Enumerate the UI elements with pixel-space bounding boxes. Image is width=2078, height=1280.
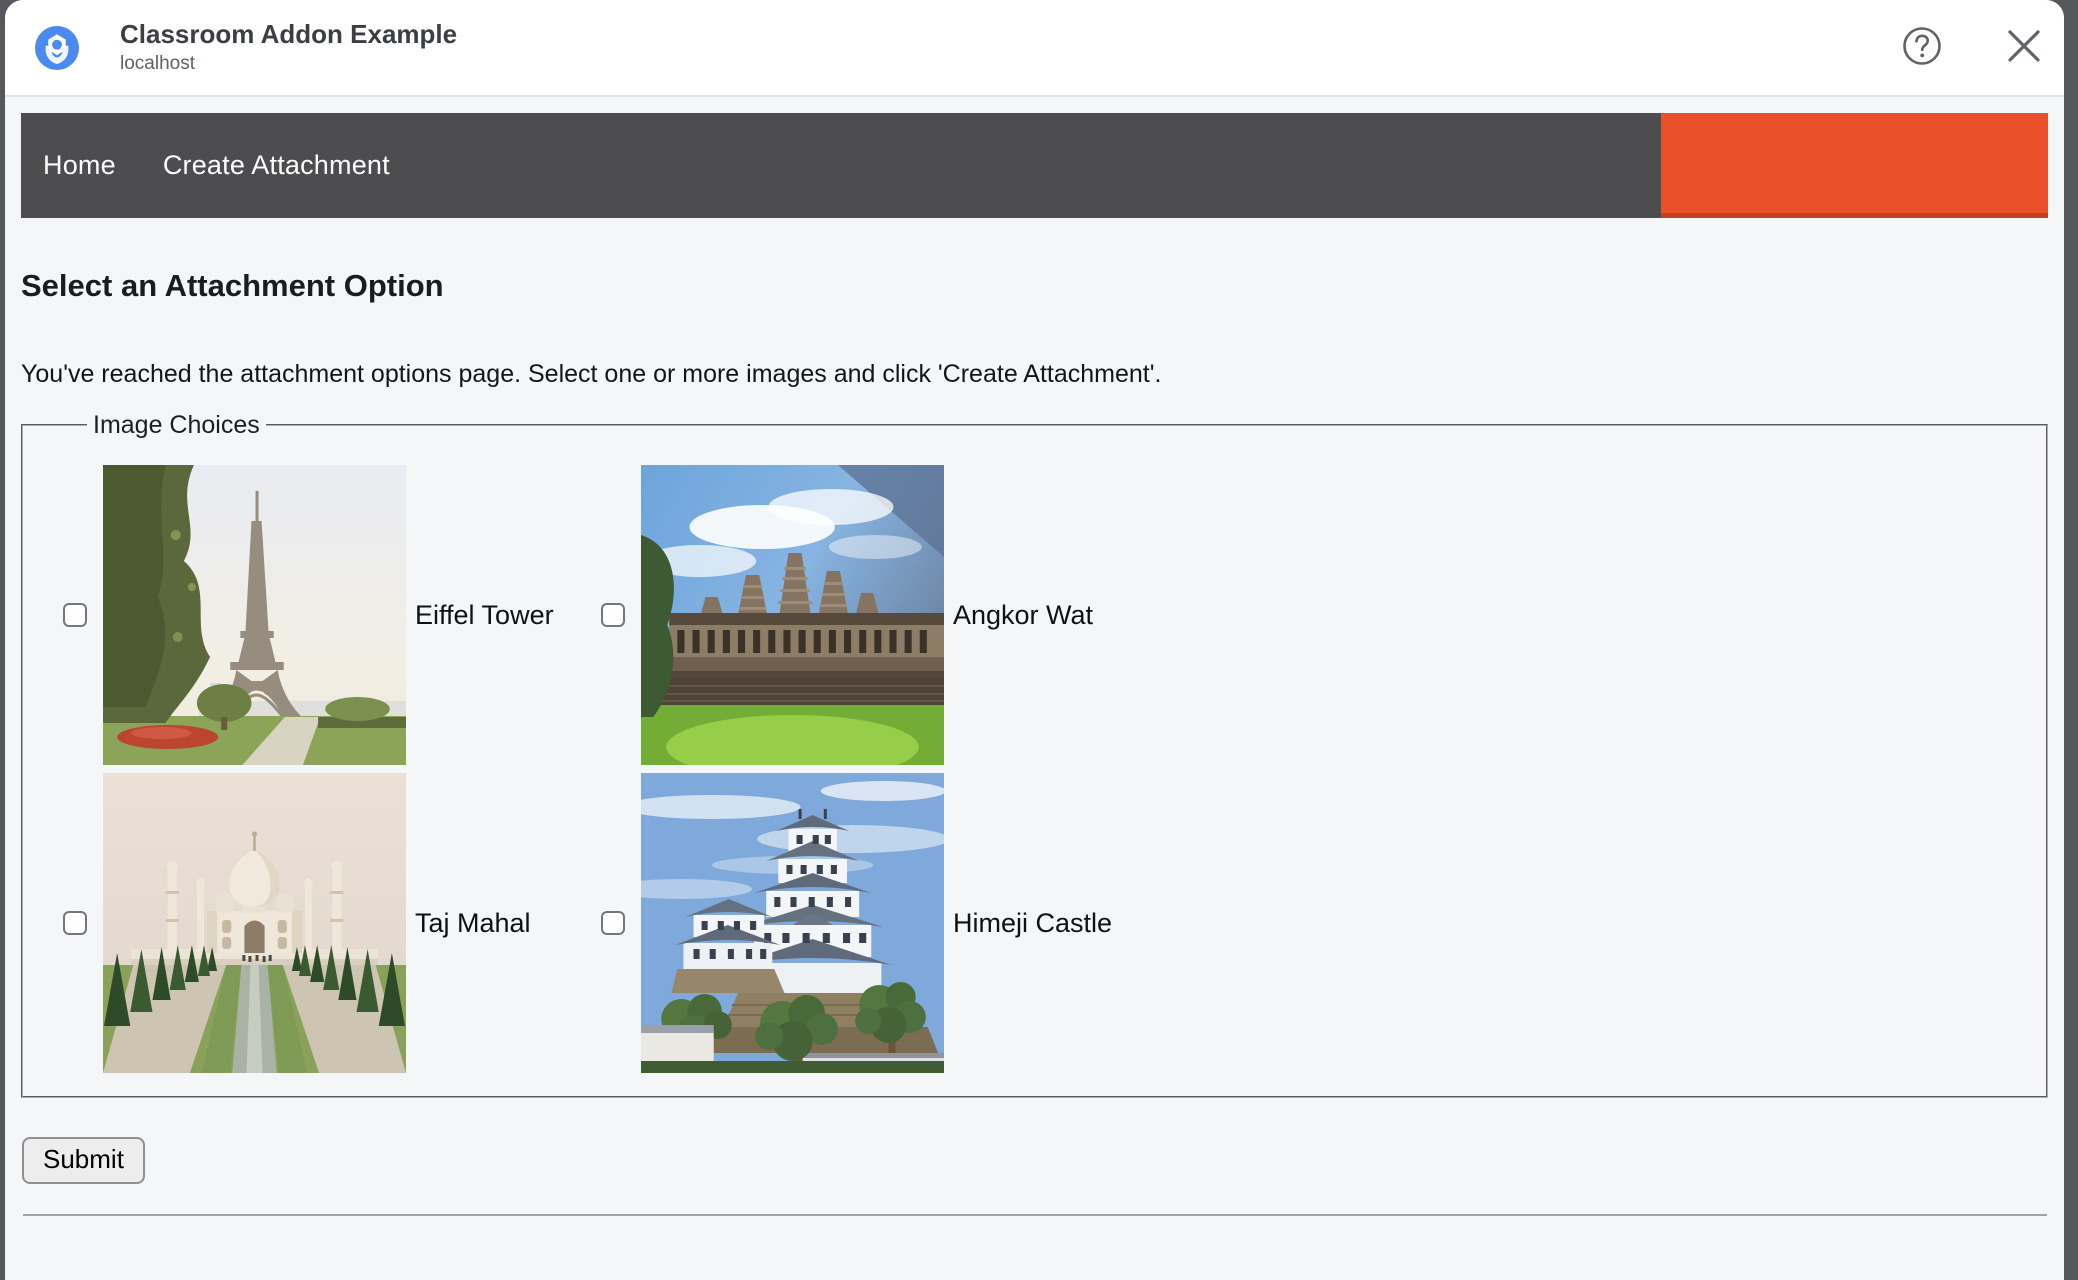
nav-links: Home Create Attachment <box>21 113 1661 218</box>
help-button[interactable] <box>1900 26 1944 70</box>
close-icon <box>2004 26 2044 69</box>
dialog-subtitle: localhost <box>120 53 195 75</box>
himeji-castle-checkbox[interactable] <box>601 911 625 935</box>
addon-logo-icon <box>35 25 79 70</box>
dialog-titles: Classroom Addon Example localhost <box>120 19 457 76</box>
nav-item-create-attachment[interactable]: Create Attachment <box>163 150 390 181</box>
close-button[interactable] <box>2002 26 2046 70</box>
dialog-title: Classroom Addon Example <box>120 19 458 49</box>
choice-row-1: Eiffel Tower Angkor Wat <box>63 465 2026 765</box>
help-icon <box>1901 25 1943 70</box>
himeji-castle-label[interactable]: Himeji Castle <box>953 908 1112 939</box>
addon-dialog: Classroom Addon Example localhost Home C… <box>5 0 2064 1280</box>
instructions-text: You've reached the attachment options pa… <box>21 360 1162 388</box>
choice-taj-mahal: Taj Mahal <box>63 773 601 1073</box>
angkor-wat-checkbox[interactable] <box>601 603 625 627</box>
nav-accent-block <box>1661 113 2048 218</box>
taj-mahal-image <box>103 773 406 1073</box>
page-title: Select an Attachment Option <box>21 268 444 303</box>
eiffel-tower-image <box>103 465 406 765</box>
dialog-header: Classroom Addon Example localhost <box>5 0 2064 97</box>
angkor-wat-label[interactable]: Angkor Wat <box>953 600 1093 631</box>
nav-item-home[interactable]: Home <box>43 150 116 181</box>
image-choices-legend: Image Choices <box>93 411 260 439</box>
bottom-divider <box>23 1214 2047 1216</box>
choice-eiffel-tower: Eiffel Tower <box>63 465 601 765</box>
angkor-wat-image <box>641 465 944 765</box>
submit-button[interactable]: Submit <box>22 1137 145 1184</box>
eiffel-tower-label[interactable]: Eiffel Tower <box>415 600 554 631</box>
navbar: Home Create Attachment <box>21 113 2048 218</box>
himeji-castle-image <box>641 773 944 1073</box>
eiffel-tower-checkbox[interactable] <box>63 603 87 627</box>
choice-angkor-wat: Angkor Wat <box>601 465 1093 765</box>
taj-mahal-label[interactable]: Taj Mahal <box>415 908 531 939</box>
choice-himeji-castle: Himeji Castle <box>601 773 1112 1073</box>
dialog-body: Home Create Attachment Select an Attachm… <box>5 113 2064 1216</box>
taj-mahal-checkbox[interactable] <box>63 911 87 935</box>
image-choices-fieldset: Image Choices Eiffel Tower Angkor Wat Ta… <box>21 408 2048 1098</box>
choice-row-2: Taj Mahal Himeji Castle <box>63 773 2026 1073</box>
